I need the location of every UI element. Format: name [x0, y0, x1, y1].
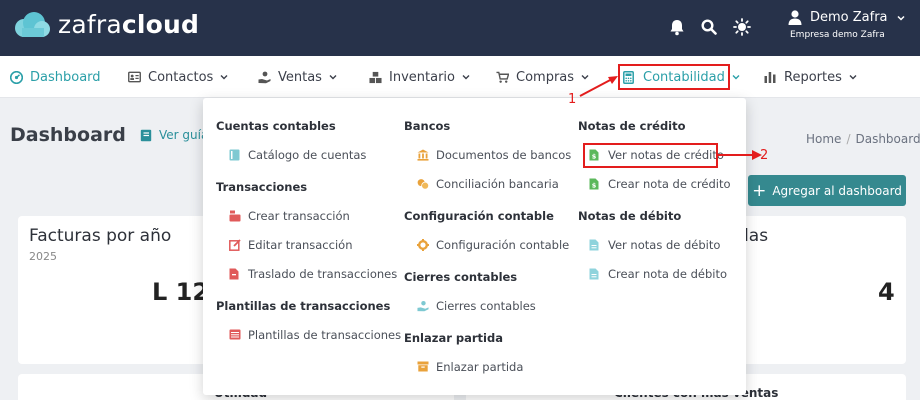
annotation-step-2: 2	[760, 148, 769, 163]
annotation-step-1: 1	[568, 92, 577, 107]
annotation-arrows	[579, 76, 762, 160]
